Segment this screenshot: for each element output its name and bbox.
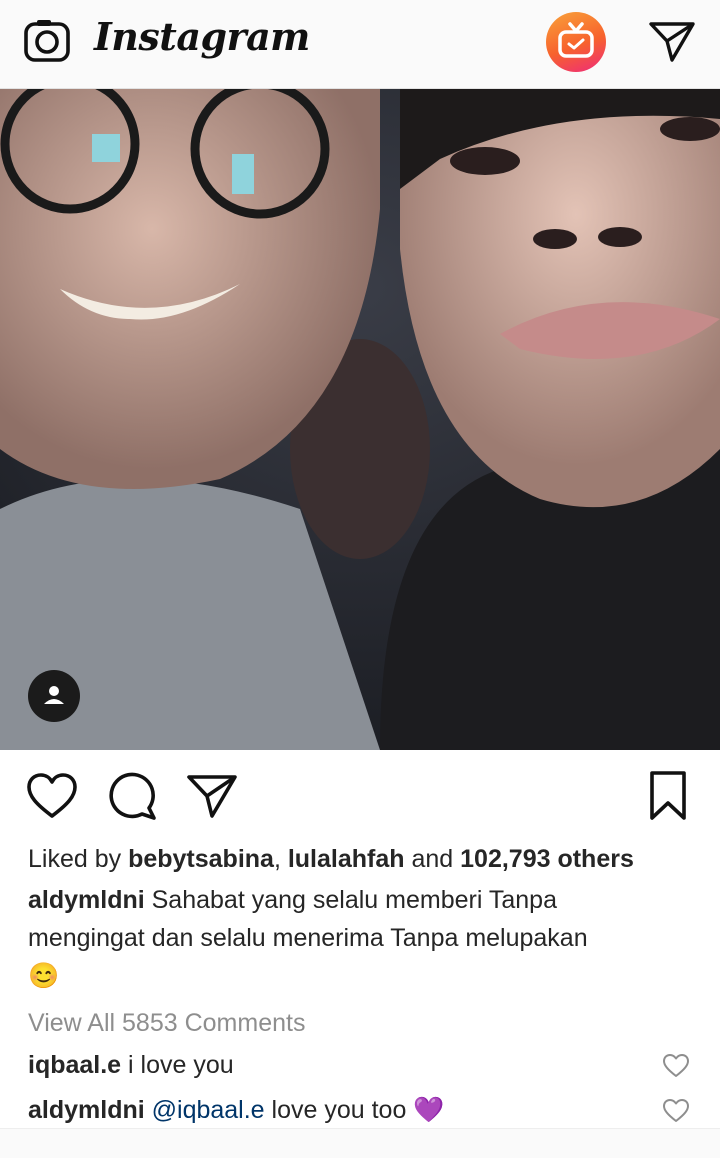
caption-emoji: 😊 [28, 962, 60, 990]
caption-text-1: Sahabat yang selalu memberi Tanpa [144, 886, 557, 914]
bottom-edge [0, 1128, 720, 1158]
igtv-button[interactable] [546, 12, 606, 72]
photo-illustration [0, 89, 720, 750]
caption-line-2: mengingat dan selalu menerima Tanpa melu… [28, 919, 588, 957]
caption-line-3: 😊 [28, 957, 59, 995]
igtv-icon [558, 22, 594, 58]
likes-summary: Liked by bebytsabina, lulalahfah and 102… [28, 840, 634, 878]
comment-2-mention[interactable]: @iqbaal.e [145, 1096, 265, 1124]
bookmark-icon[interactable] [648, 770, 688, 822]
likes-prefix: Liked by [28, 845, 129, 873]
post-action-bar [0, 750, 720, 840]
instagram-logo: Instagram [94, 14, 310, 59]
comment-2-like-icon[interactable] [662, 1098, 690, 1124]
user-tag-button[interactable] [28, 670, 80, 722]
comment-2-username[interactable]: aldymldni [28, 1096, 145, 1124]
caption-username[interactable]: aldymldni [28, 886, 145, 914]
caption-text-2: mengingat dan selalu menerima Tanpa melu… [28, 924, 588, 952]
share-icon[interactable] [186, 772, 238, 820]
camera-icon[interactable] [22, 16, 72, 66]
likes-and: and [404, 845, 461, 873]
comment-2-emoji: 💜 [413, 1096, 445, 1124]
comment-1-like-icon[interactable] [662, 1053, 690, 1079]
view-all-comments-link[interactable]: View All 5853 Comments [28, 1004, 305, 1042]
top-navigation-bar: Instagram [0, 0, 720, 89]
caption-line-1: aldymldni Sahabat yang selalu memberi Ta… [28, 881, 557, 919]
liked-by-user-1[interactable]: bebytsabina [128, 845, 274, 873]
comment-1-text: i love you [121, 1051, 234, 1079]
liked-by-user-2[interactable]: lulalahfah [288, 845, 405, 873]
direct-message-icon[interactable] [648, 18, 696, 66]
comment-icon[interactable] [106, 772, 158, 822]
comment-2-text: love you too [264, 1096, 407, 1124]
likes-separator: , [273, 845, 288, 873]
comment-row-1: iqbaal.e i love you [28, 1046, 234, 1084]
like-icon[interactable] [26, 772, 78, 822]
post-photo[interactable] [0, 89, 720, 750]
user-tag-icon [44, 686, 64, 704]
comment-row-2: aldymldni @iqbaal.e love you too 💜 [28, 1091, 444, 1129]
comment-1-username[interactable]: iqbaal.e [28, 1051, 121, 1079]
likes-others-count[interactable]: 102,793 others [460, 845, 634, 873]
